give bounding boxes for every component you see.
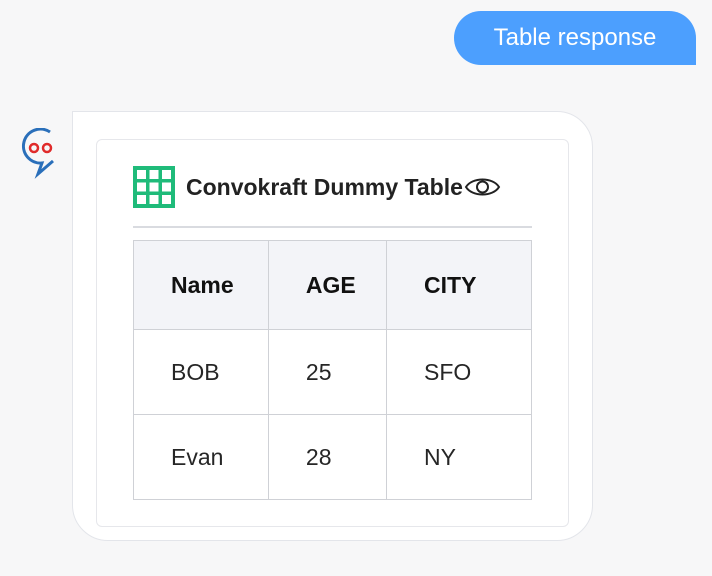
table-cell: 28 — [267, 414, 388, 500]
bot-message-card: Convokraft Dummy Table Name AGE CITY BOB… — [72, 111, 593, 541]
table-card-header: Convokraft Dummy Table — [133, 166, 501, 208]
table-row: BOB 25 SFO — [133, 329, 532, 415]
table-header-row: Name AGE CITY — [133, 240, 532, 330]
eye-icon[interactable] — [464, 174, 501, 200]
table-row: Evan 28 NY — [133, 414, 532, 500]
column-header-age: AGE — [267, 240, 388, 330]
table-cell: Evan — [133, 414, 269, 500]
header-divider — [133, 226, 532, 228]
column-header-name: Name — [133, 240, 269, 330]
table-card: Convokraft Dummy Table Name AGE CITY BOB… — [96, 139, 569, 527]
table-cell: SFO — [386, 329, 532, 415]
table-cell: NY — [386, 414, 532, 500]
chat-bot-icon — [21, 128, 54, 179]
user-message-bubble: Table response — [454, 11, 696, 65]
user-message-text: Table response — [493, 24, 657, 51]
table-title: Convokraft Dummy Table — [186, 173, 463, 200]
table-grid-icon — [133, 166, 175, 208]
table-cell: 25 — [267, 329, 388, 415]
data-table-container[interactable]: Name AGE CITY BOB 25 SFO Evan 28 NY — [133, 240, 532, 500]
data-table: Name AGE CITY BOB 25 SFO Evan 28 NY — [133, 240, 532, 500]
column-header-city: CITY — [386, 240, 532, 330]
table-cell: BOB — [133, 329, 269, 415]
